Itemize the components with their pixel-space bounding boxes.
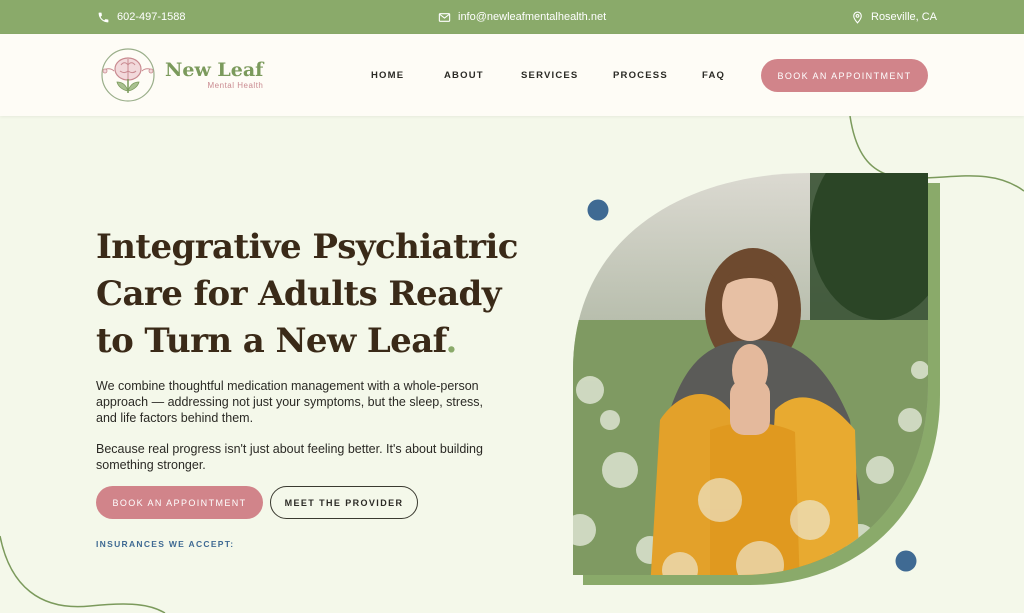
top-contact-bar: 602-497-1588 info@newleafmentalhealth.ne… — [0, 0, 1024, 34]
nav-home[interactable]: HOME — [371, 70, 404, 81]
nav-about[interactable]: ABOUT — [444, 70, 484, 81]
brand-name: New Leaf — [165, 59, 264, 81]
nav-process[interactable]: PROCESS — [613, 70, 668, 81]
meet-provider-button[interactable]: MEET THE PROVIDER — [270, 486, 418, 519]
phone-number: 602-497-1588 — [117, 11, 186, 23]
hero-title-dot: . — [445, 321, 457, 361]
hero-title-line: Care for Adults Ready — [96, 274, 501, 314]
brand-tagline: Mental Health — [207, 81, 264, 90]
hero-title-line: to Turn a New Leaf — [96, 321, 446, 361]
phone-contact[interactable]: 602-497-1588 — [97, 0, 186, 34]
insurances-label: INSURANCES WE ACCEPT: — [96, 539, 235, 549]
hero-photo — [573, 173, 940, 585]
location-pin-icon — [853, 11, 862, 24]
email-address: info@newleafmentalhealth.net — [458, 11, 607, 23]
hero-paragraph: Because real progress isn't just about f… — [96, 442, 483, 472]
hero-title-line: Integrative Psychiatric — [96, 227, 518, 267]
location-text: Roseville, CA — [871, 11, 938, 23]
book-appointment-button[interactable]: BOOK AN APPOINTMENT — [96, 486, 263, 519]
phone-icon — [98, 12, 109, 22]
nav-faq[interactable]: FAQ — [702, 70, 725, 81]
logo[interactable]: New Leaf Mental Health — [97, 47, 263, 103]
email-contact[interactable]: info@newleafmentalhealth.net — [438, 0, 606, 34]
hero-title: Integrative Psychiatric Care for Adults … — [96, 224, 536, 365]
nav-services[interactable]: SERVICES — [521, 70, 578, 81]
location-contact[interactable]: Roseville, CA — [851, 0, 937, 34]
brain-leaf-logo-icon — [101, 48, 155, 102]
site-header: New Leaf Mental Health HOME ABOUT SERVIC… — [0, 34, 1024, 116]
hero-paragraph: We combine thoughtful medication managem… — [96, 379, 483, 425]
header-book-appointment-button[interactable]: BOOK AN APPOINTMENT — [761, 59, 928, 92]
mail-icon — [438, 12, 451, 22]
